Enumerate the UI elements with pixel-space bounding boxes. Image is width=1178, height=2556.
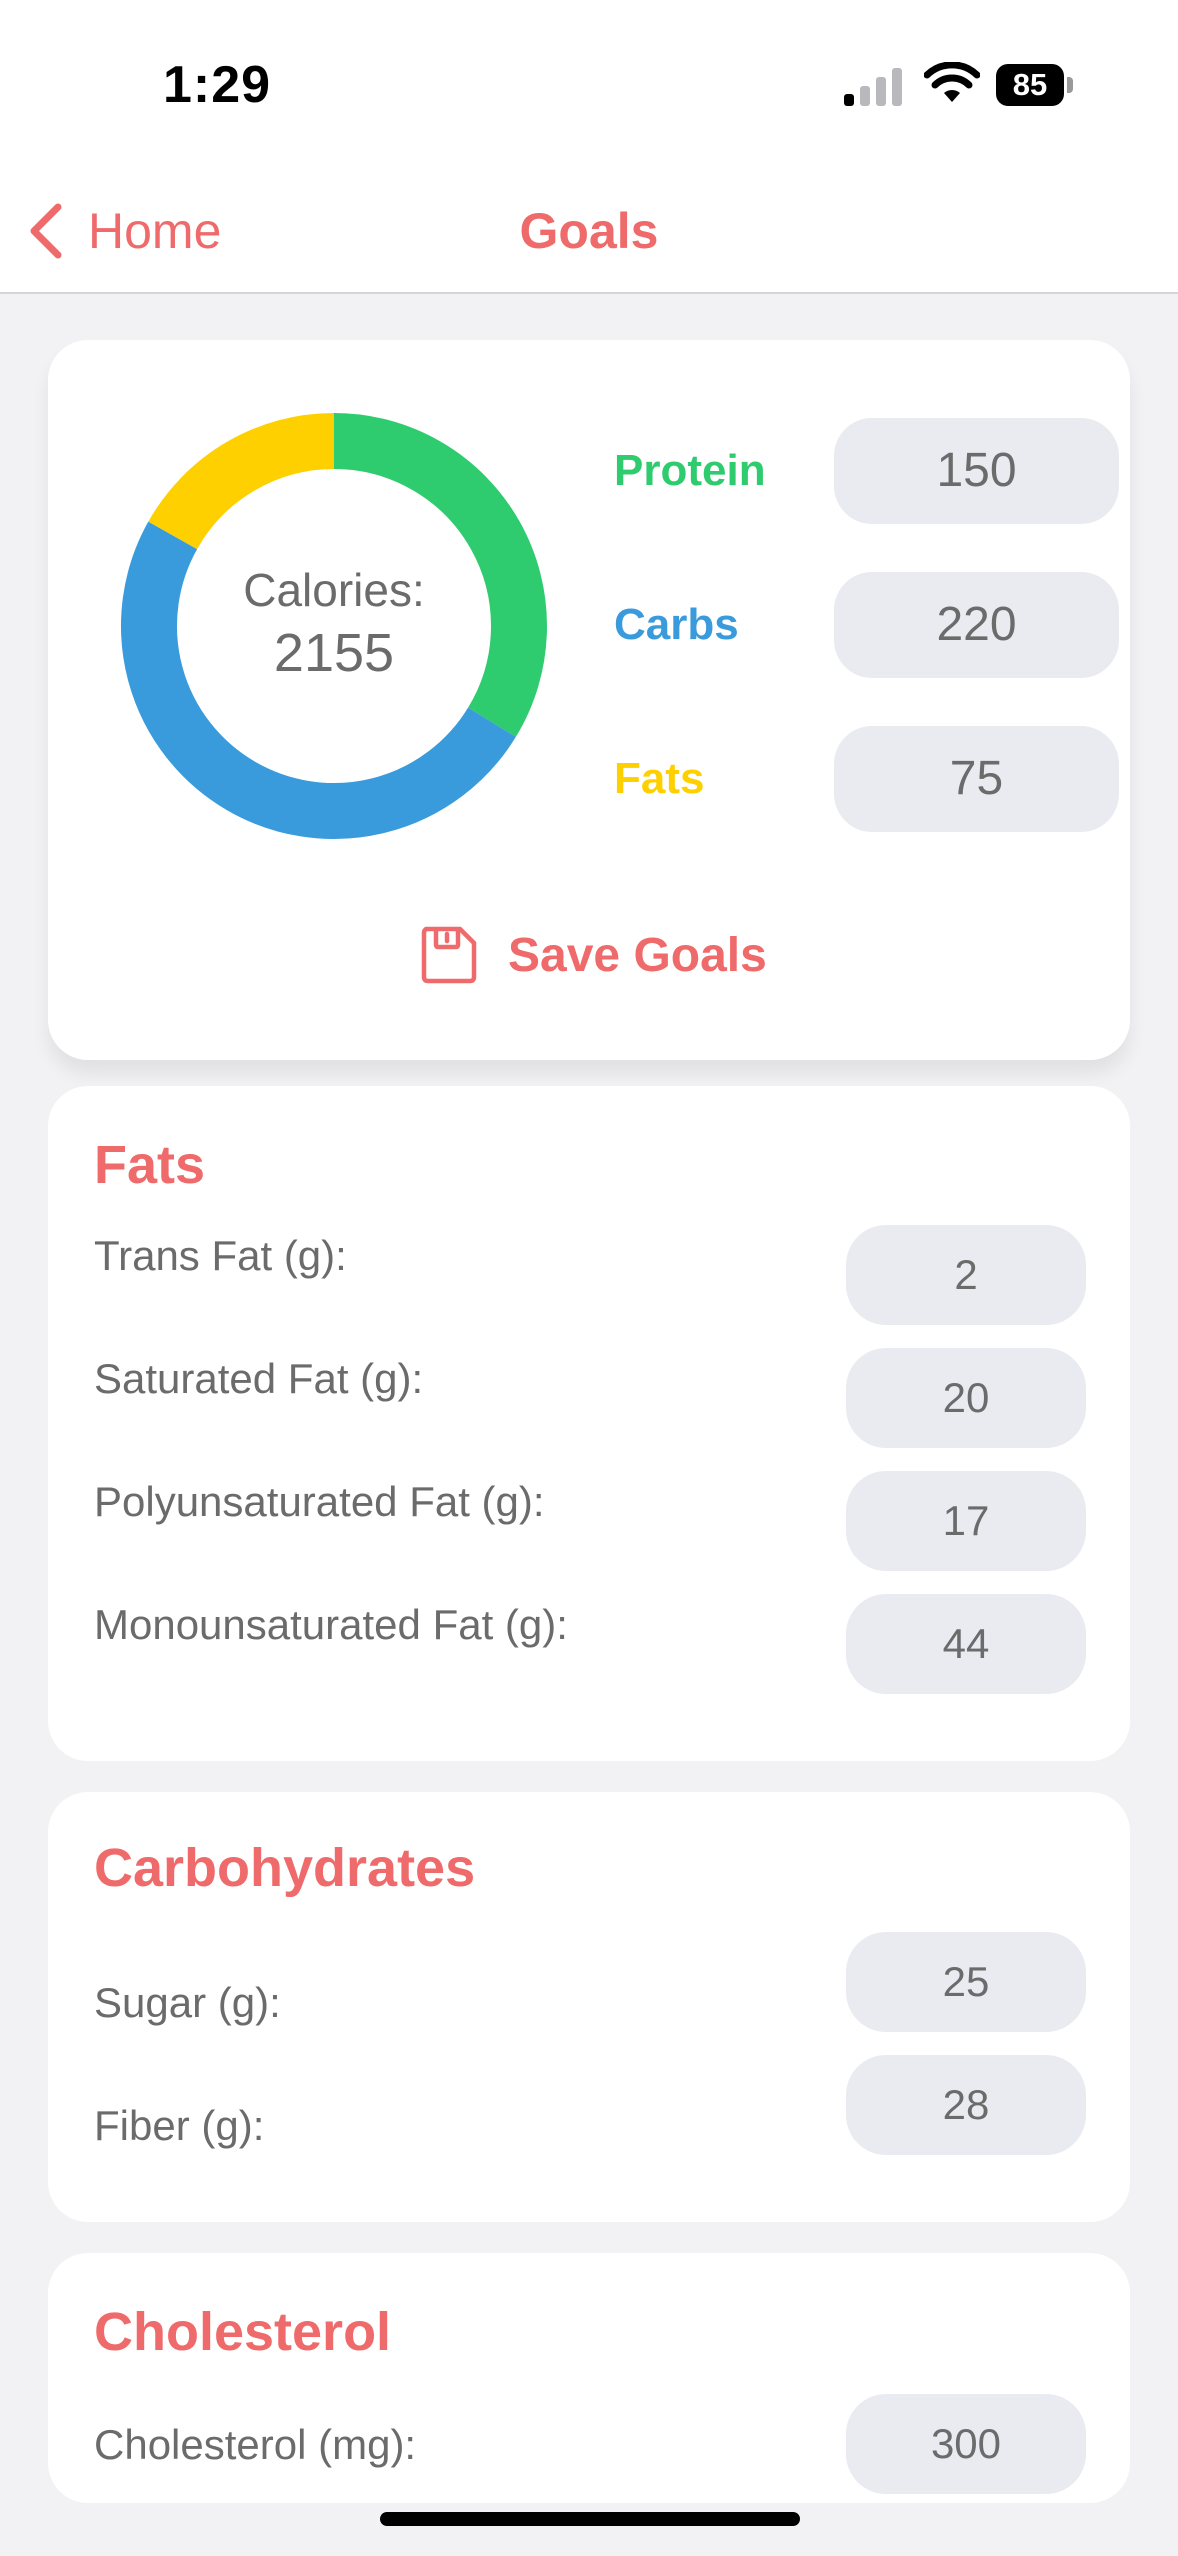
- navigation-bar: Home Goals: [0, 170, 1178, 294]
- monounsaturated-fat-input[interactable]: 44: [846, 1594, 1086, 1694]
- battery-nub: [1067, 77, 1073, 93]
- cholesterol-card: Cholesterol Cholesterol (mg): 300: [48, 2253, 1130, 2503]
- save-goals-button[interactable]: Save Goals: [420, 915, 767, 995]
- protein-input[interactable]: 150: [834, 418, 1119, 524]
- protein-row: Protein 150: [614, 418, 1119, 524]
- carbs-label: Carbs: [614, 600, 739, 649]
- fats-label: Fats: [614, 754, 705, 803]
- macro-goals-card: Calories: 2155 Protein 150 Carbs 220 Fat…: [48, 340, 1130, 1060]
- cholesterol-label: Cholesterol (mg):: [94, 2421, 417, 2468]
- fiber-label: Fiber (g):: [94, 2102, 265, 2149]
- battery-icon: 85: [996, 64, 1076, 106]
- save-icon: [421, 926, 477, 984]
- fiber-input[interactable]: 28: [846, 2055, 1086, 2155]
- polyunsaturated-fat-label: Polyunsaturated Fat (g):: [94, 1478, 545, 1525]
- saturated-fat-label: Saturated Fat (g):: [94, 1355, 424, 1402]
- wifi-icon: [924, 62, 980, 102]
- protein-label: Protein: [614, 446, 766, 495]
- carbs-row: Carbs 220: [614, 572, 1119, 678]
- battery-level: 85: [996, 64, 1064, 106]
- fats-card: Fats Trans Fat (g): 2 Saturated Fat (g):…: [48, 1086, 1130, 1761]
- calories-label: Calories:: [243, 564, 425, 616]
- calories-value: 2155: [273, 623, 395, 683]
- status-time: 1:29: [163, 56, 272, 114]
- save-goals-label: Save Goals: [508, 928, 767, 982]
- sugar-label: Sugar (g):: [94, 1979, 281, 2026]
- fats-section-title: Fats: [94, 1135, 206, 1195]
- fats-row: Fats 75: [614, 726, 1119, 832]
- carbohydrates-card: Carbohydrates Sugar (g): 25 Fiber (g): 2…: [48, 1792, 1130, 2222]
- trans-fat-input[interactable]: 2: [846, 1225, 1086, 1325]
- cholesterol-input[interactable]: 300: [846, 2394, 1086, 2494]
- status-bar: 1:29 85: [0, 0, 1178, 170]
- page-title: Goals: [519, 203, 659, 259]
- sugar-input[interactable]: 25: [846, 1932, 1086, 2032]
- saturated-fat-input[interactable]: 20: [846, 1348, 1086, 1448]
- carbs-input[interactable]: 220: [834, 572, 1119, 678]
- cholesterol-section-title: Cholesterol: [94, 2302, 392, 2362]
- home-indicator: [380, 2512, 800, 2526]
- carbohydrates-section-title: Carbohydrates: [94, 1838, 476, 1898]
- fats-segment: [148, 413, 335, 550]
- trans-fat-label: Trans Fat (g):: [94, 1232, 347, 1279]
- fats-input[interactable]: 75: [834, 726, 1119, 832]
- polyunsaturated-fat-input[interactable]: 17: [846, 1471, 1086, 1571]
- monounsaturated-fat-label: Monounsaturated Fat (g):: [94, 1601, 568, 1648]
- signal-icon: [844, 68, 902, 106]
